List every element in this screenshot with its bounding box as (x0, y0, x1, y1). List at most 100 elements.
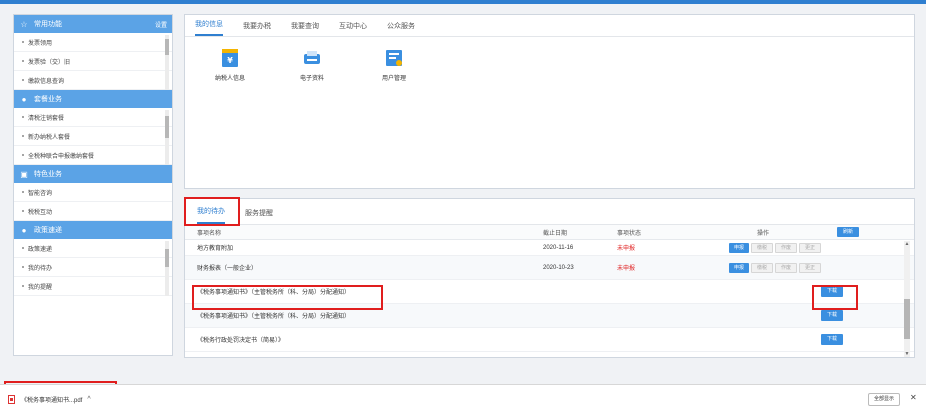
pdf-file-icon (8, 395, 15, 404)
sidebar-scrollbar[interactable] (165, 35, 169, 90)
sidebar-item-label: 政策速递 (28, 246, 53, 253)
cell-status: 未申报 (617, 246, 636, 252)
tab-my-info[interactable]: 我的信息 (195, 19, 223, 36)
column-header-name: 事项名称 (197, 230, 222, 237)
sidebar-group-packages: 清税注销套餐 新办纳税人套餐 全税种联合申报缴纳套餐 (14, 108, 172, 165)
declare-button[interactable]: 申报 (729, 242, 750, 253)
void-button[interactable]: 作废 (775, 262, 798, 273)
main-tab-bar: 我的信息 我要办税 我要查询 互动中心 公众服务 (185, 15, 914, 37)
table-scrollbar[interactable]: ▲ ▼ (904, 241, 910, 357)
sidebar-scrollbar[interactable] (165, 241, 169, 296)
cell-name: 地方教育附加 (197, 246, 234, 252)
todo-tab-bar: 我的待办 服务提醒 (185, 199, 914, 225)
sidebar-group-featured: 智能咨询 税税互动 (14, 183, 172, 221)
bullet-icon (22, 154, 24, 156)
tab-query[interactable]: 我要查询 (291, 21, 319, 36)
download-button[interactable]: 下载 (821, 334, 844, 345)
row-actions: 申报 缴税 作废 更正 (729, 242, 823, 253)
tab-public-service[interactable]: 公众服务 (387, 21, 415, 36)
sidebar-section-header-policy[interactable]: ● 政策速递 (14, 221, 172, 239)
sidebar-item[interactable]: 新办纳税人套餐 (14, 127, 172, 146)
tab-service-reminder[interactable]: 服务提醒 (245, 208, 273, 224)
scroll-down-icon[interactable]: ▼ (904, 351, 910, 357)
cell-date: 2020-10-23 (543, 264, 574, 271)
sidebar-item-label: 发票领用 (28, 40, 53, 47)
sidebar-group-policy: 政策速递 我的待办 我的提醒 (14, 239, 172, 296)
sidebar-item-label: 清税注销套餐 (28, 115, 65, 122)
quick-access-row: ¥ 纳税人信息 电子资料 用户管理 (185, 37, 914, 82)
sidebar-item[interactable]: 我的提醒 (14, 277, 172, 296)
cell-status: 未申报 (617, 266, 636, 272)
downloaded-file-item[interactable]: 《税务事项通知书...pdf ^ (8, 391, 91, 408)
scrollbar-thumb[interactable] (165, 249, 169, 267)
bullet-icon (22, 41, 24, 43)
sidebar-item[interactable]: 清税注销套餐 (14, 108, 172, 127)
star-icon: ☆ (20, 19, 28, 29)
close-icon[interactable]: ✕ (910, 393, 917, 402)
sidebar-item[interactable]: 智能咨询 (14, 183, 172, 202)
sidebar-section-header-common[interactable]: ☆ 常用功能 设置 (14, 15, 172, 33)
sidebar-item-label: 税税互动 (28, 209, 53, 216)
scroll-up-icon[interactable]: ▲ (904, 241, 910, 247)
sidebar-section-title: 套餐业务 (34, 96, 62, 103)
declare-button[interactable]: 申报 (729, 262, 750, 273)
sidebar-section-header-packages[interactable]: ● 套餐业务 (14, 90, 172, 108)
settings-link[interactable]: 设置 (155, 20, 167, 29)
pay-tax-button[interactable]: 缴税 (751, 262, 774, 273)
sidebar-section-title: 常用功能 (34, 21, 62, 28)
svg-text:¥: ¥ (227, 56, 233, 65)
highlight-notice-row (192, 285, 383, 310)
disc-icon: ● (21, 225, 27, 235)
quick-electronic-data[interactable]: 电子资料 (287, 47, 337, 82)
refresh-button[interactable]: 刷新 (837, 227, 860, 237)
row-actions: 申报 缴税 作废 更正 (729, 262, 823, 273)
column-header-ops: 操作 (757, 230, 770, 237)
scrollbar-thumb[interactable] (904, 299, 910, 339)
sidebar-scrollbar[interactable] (165, 110, 169, 165)
sidebar: ☆ 常用功能 设置 发票领用 发票验（交）旧 缴款信息查询 ● 套餐业务 清税注… (13, 14, 173, 356)
sidebar-item[interactable]: 发票领用 (14, 33, 172, 52)
sidebar-item-label: 全税种联合申报缴纳套餐 (28, 153, 95, 160)
todo-panel: 我的待办 服务提醒 事项名称 截止日期 事项状态 操作 刷新 地方教育附加 20… (184, 198, 915, 358)
user-management-icon (386, 50, 402, 66)
chevron-up-icon[interactable]: ^ (87, 396, 90, 403)
bullet-icon (22, 135, 24, 137)
cell-name: 财务报表（一般企业） (197, 266, 258, 272)
sidebar-item[interactable]: 我的待办 (14, 258, 172, 277)
download-button[interactable]: 下载 (821, 310, 844, 321)
scrollbar-thumb[interactable] (165, 116, 169, 138)
tab-interaction-center[interactable]: 互动中心 (339, 21, 367, 36)
correct-button[interactable]: 更正 (799, 242, 822, 253)
highlight-download-button (812, 285, 858, 310)
column-header-status: 事项状态 (617, 230, 642, 237)
downloaded-file-name: 《税务事项通知书...pdf (21, 398, 83, 404)
cell-name: 《税务行政处罚决定书（简易）》 (197, 338, 285, 344)
show-all-downloads-button[interactable]: 全部显示 (868, 393, 901, 406)
void-button[interactable]: 作废 (775, 242, 798, 253)
sidebar-item-label: 发票验（交）旧 (28, 59, 71, 66)
table-row: 《税务行政处罚决定书（简易）》 下载 (185, 328, 914, 352)
sidebar-item[interactable]: 缴款信息查询 (14, 71, 172, 90)
correct-button[interactable]: 更正 (799, 262, 822, 273)
cell-name: 《税务事项通知书》（主管税务所（科、分局）分配通知） (197, 314, 351, 320)
quick-taxpayer-info[interactable]: ¥ 纳税人信息 (205, 47, 255, 82)
download-bar: 《税务事项通知书...pdf ^ 全部显示 ✕ (0, 384, 926, 413)
bullet-icon (22, 79, 24, 81)
sidebar-section-header-featured[interactable]: ▣ 特色业务 (14, 165, 172, 183)
tab-tax-handling[interactable]: 我要办税 (243, 21, 271, 36)
sidebar-item-label: 智能咨询 (28, 190, 53, 197)
scrollbar-thumb[interactable] (165, 39, 169, 55)
sidebar-item-label: 缴款信息查询 (28, 78, 65, 85)
sidebar-item[interactable]: 税税互动 (14, 202, 172, 221)
taxpayer-info-icon: ¥ (222, 49, 238, 67)
table-row: 地方教育附加 2020-11-16 未申报 申报 缴税 作废 更正 (185, 240, 914, 256)
sidebar-item[interactable]: 全税种联合申报缴纳套餐 (14, 146, 172, 165)
disc-icon: ● (21, 94, 27, 104)
sidebar-item[interactable]: 发票验（交）旧 (14, 52, 172, 71)
bullet-icon (22, 210, 24, 212)
sidebar-item[interactable]: 政策速递 (14, 239, 172, 258)
quick-user-management[interactable]: 用户管理 (369, 47, 419, 82)
table-row: 财务报表（一般企业） 2020-10-23 未申报 申报 缴税 作废 更正 (185, 256, 914, 280)
table-header: 事项名称 截止日期 事项状态 操作 刷新 (185, 225, 914, 240)
pay-tax-button[interactable]: 缴税 (751, 242, 774, 253)
